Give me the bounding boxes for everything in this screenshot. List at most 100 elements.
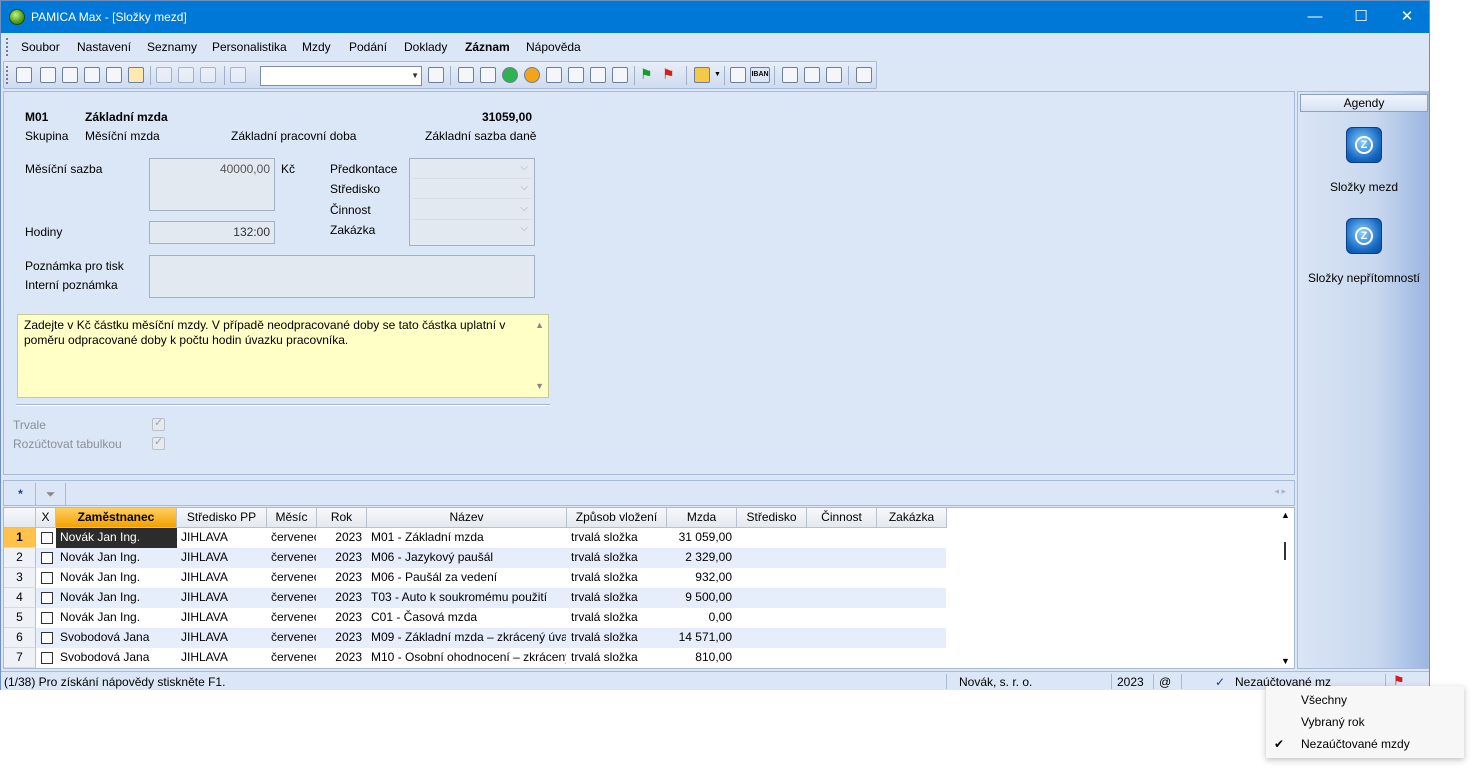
table-row[interactable]: 1 Novák Jan Ing. JIHLAVA červenec 2023 M… [4,528,946,548]
menu-zaznam[interactable]: Záznam [465,40,510,54]
column-header-cinnost[interactable]: Činnost [807,508,877,528]
scroll-up-icon[interactable]: ▲ [1281,510,1290,520]
column-header-center[interactable]: Středisko PP [177,508,267,528]
menu-seznamy[interactable]: Seznamy [147,40,197,54]
row-checkbox[interactable] [41,632,53,644]
scroll-up-icon[interactable]: ▲ [535,318,544,333]
open-agenda-icon[interactable] [16,67,32,83]
row-checkbox[interactable] [41,592,53,604]
trvale-checkbox[interactable] [152,416,165,431]
agenda-slozky-mezd[interactable]: Složky mezd [1298,180,1430,194]
help-cursor-icon[interactable] [856,67,872,83]
filter-icon[interactable] [428,67,444,83]
zakazka-select[interactable]: ⌵ [413,222,531,240]
scroll-thumb[interactable] [1284,542,1286,560]
wage-table-icon[interactable] [480,67,496,83]
window-icon[interactable] [782,67,798,83]
table-row[interactable]: 6 Svobodová Jana JIHLAVA červenec 2023 M… [4,628,946,648]
folder-icon[interactable] [694,67,710,83]
agenda-slozky-nepritomnosti[interactable]: Složky nepřítomností [1298,271,1430,285]
hint-scrollbar[interactable]: ▲ ▼ [532,315,548,397]
menu-mzdy[interactable]: Mzdy [302,40,331,54]
hours-label: Hodiny [25,225,63,239]
menu-personalistika[interactable]: Personalistika [212,40,287,54]
employee-green-icon[interactable] [502,67,518,83]
table-row[interactable]: 3 Novák Jan Ing. JIHLAVA červenec 2023 M… [4,568,946,588]
row-number: 3 [4,568,36,588]
flag-green-icon[interactable]: ⚑ [640,67,656,83]
status-year[interactable]: 2023 [1117,675,1144,689]
column-header-method[interactable]: Způsob vložení [567,508,667,528]
column-header-zakazka[interactable]: Zakázka [877,508,947,528]
table-row[interactable]: 4 Novák Jan Ing. JIHLAVA červenec 2023 T… [4,588,946,608]
slozky-nepritomnosti-icon[interactable]: Z [1346,218,1382,254]
maximize-button[interactable]: ☐ [1338,1,1384,33]
save-icon[interactable] [178,67,194,83]
menu-soubor[interactable]: Soubor [21,40,60,54]
predkontace-select[interactable]: ⌵ [413,161,531,179]
menu-napoveda[interactable]: Nápověda [526,40,581,54]
window-list-icon[interactable] [804,67,820,83]
column-header-name[interactable]: Název [367,508,567,528]
duplicate-icon[interactable] [230,67,246,83]
new-filter-tab[interactable]: * [6,483,36,505]
row-checkbox[interactable] [41,572,53,584]
monthly-rate-field[interactable]: 40000,00 [149,158,275,211]
export-icon[interactable] [128,67,144,83]
column-header-stredisko[interactable]: Středisko [737,508,807,528]
quick-search-combo[interactable]: ▼ [260,66,422,86]
cell-month: červenec [271,530,317,544]
calendar-icon[interactable] [546,67,562,83]
pdf-icon[interactable] [106,67,122,83]
cinnost-select[interactable]: ⌵ [413,202,531,220]
popup-item-unposted[interactable]: Nezaúčtované mzdy [1301,737,1410,751]
row-checkbox[interactable] [41,652,53,664]
wage-m-icon[interactable] [458,67,474,83]
row-checkbox[interactable] [41,552,53,564]
notes-field[interactable] [149,255,535,298]
column-header-month[interactable]: Měsíc [267,508,317,528]
iban-icon[interactable]: IBAN [750,67,770,83]
slozky-mezd-icon[interactable]: Z [1346,127,1382,163]
tab-scroll-icon[interactable]: ◂ ▸ [1274,486,1286,497]
stredisko-select[interactable]: ⌵ [413,181,531,199]
row-checkbox[interactable] [41,532,53,544]
employee-orange-icon[interactable] [524,67,540,83]
menu-podani[interactable]: Podání [349,40,387,54]
row-checkbox[interactable] [41,612,53,624]
column-header-wage[interactable]: Mzda [667,508,737,528]
menu-doklady[interactable]: Doklady [404,40,447,54]
hours-field[interactable]: 132:00 [149,221,275,244]
column-header-x[interactable]: X [36,508,56,528]
popup-item-selected-year[interactable]: Vybraný rok [1301,715,1365,729]
month-m-icon[interactable] [590,67,606,83]
column-header-employee[interactable]: Zaměstnanec [56,508,177,528]
calendar-clock-icon[interactable] [568,67,584,83]
status-at[interactable]: @ [1159,675,1171,689]
new-record-icon[interactable] [156,67,172,83]
scroll-down-icon[interactable]: ▼ [1281,656,1290,666]
popup-item-all[interactable]: Všechny [1301,693,1347,707]
table-row[interactable]: 5 Novák Jan Ing. JIHLAVA červenec 2023 C… [4,608,946,628]
close-button[interactable]: ✕ [1384,1,1430,33]
grid-scrollbar[interactable]: ▲ ▼ [1278,508,1294,668]
print-icon[interactable] [62,67,78,83]
column-header-year[interactable]: Rok [317,508,367,528]
window-detail-icon[interactable] [826,67,842,83]
print-preview-icon[interactable] [84,67,100,83]
menu-nastaveni[interactable]: Nastavení [77,40,131,54]
rozuctovat-checkbox[interactable] [152,435,165,450]
save-all-icon[interactable] [200,67,216,83]
table-row[interactable]: 7 Svobodová Jana JIHLAVA červenec 2023 M… [4,648,946,668]
funnel-icon[interactable]: ⏷ [36,483,66,505]
cell-month: červenec [271,650,317,664]
calculator-icon[interactable] [730,67,746,83]
folder-dropdown-icon[interactable]: ▼ [714,71,721,78]
scroll-down-icon[interactable]: ▼ [535,379,544,394]
calculate-icon[interactable] [612,67,628,83]
copy-icon[interactable] [40,67,56,83]
flag-red-icon[interactable]: ⚑ [662,67,678,83]
cell-wage: 14 571,00 [678,630,732,644]
minimize-button[interactable]: — [1292,1,1338,33]
table-row[interactable]: 2 Novák Jan Ing. JIHLAVA červenec 2023 M… [4,548,946,568]
